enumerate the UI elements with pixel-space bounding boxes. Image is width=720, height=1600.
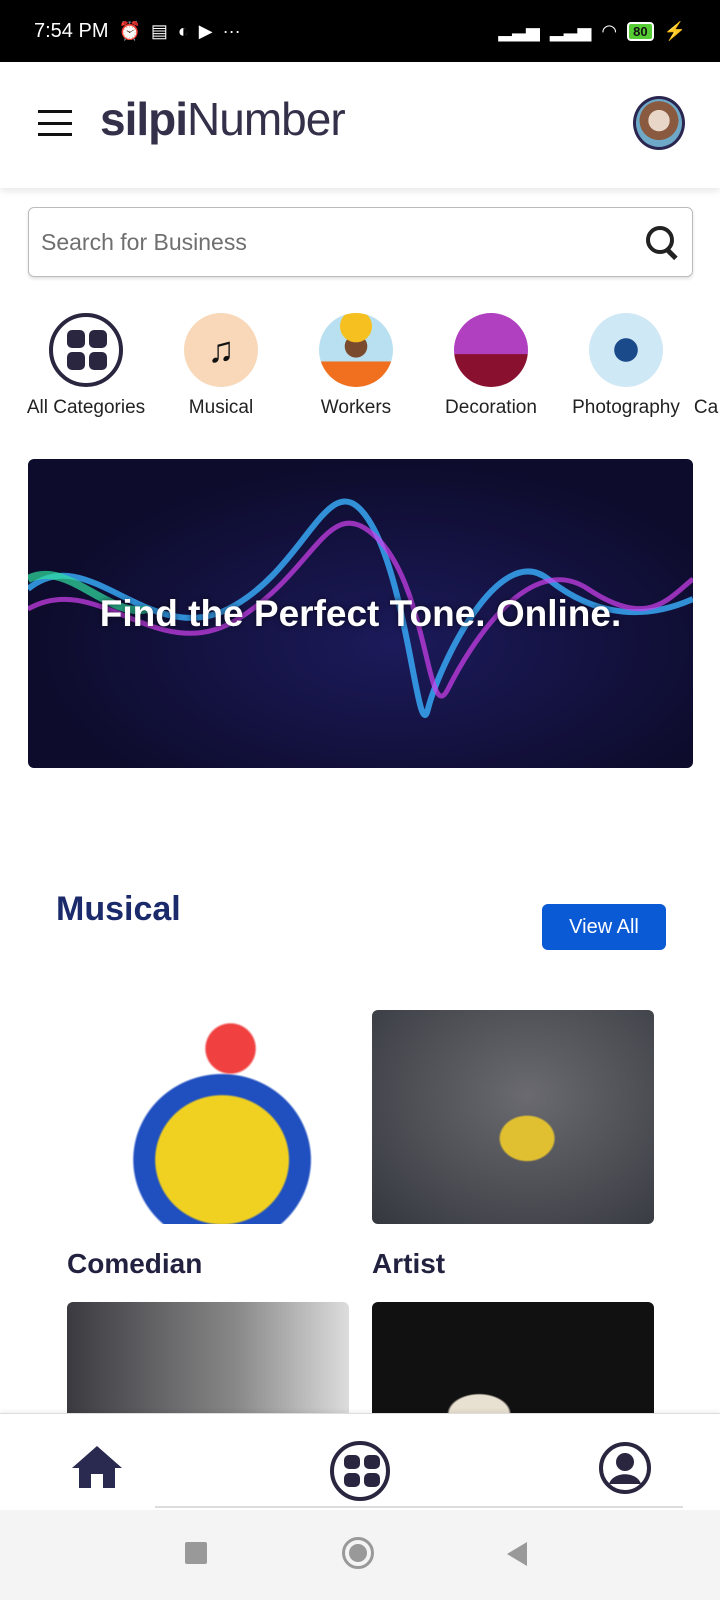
promo-banner[interactable]: Find the Perfect Tone. Online. [28,459,693,768]
comedian-card-image[interactable] [67,1010,349,1224]
search-input[interactable] [41,228,644,256]
worker-icon [319,313,393,387]
music-note-icon: ♫ [184,313,258,387]
system-navigation-bar [0,1510,720,1600]
decoration-image [454,313,528,387]
category-all[interactable]: All Categories [16,313,156,419]
recents-button[interactable] [185,1542,207,1564]
artist-card-image[interactable] [372,1010,654,1224]
signal-icon: ▂▃▅ [498,20,540,41]
comedian-label[interactable]: Comedian [67,1248,202,1280]
profile-nav-icon[interactable] [598,1441,652,1495]
category-musical[interactable]: ♫ Musical [151,313,291,419]
section-title: Musical [56,890,181,928]
youtube-icon: ▶ [198,20,213,41]
home-button[interactable] [342,1537,374,1569]
divider [155,1506,683,1508]
category-strip[interactable]: All Categories ♫ Musical Workers Decorat… [0,313,720,423]
clock: 7:54 PM [34,19,109,42]
profile-avatar[interactable] [633,96,685,150]
back-button[interactable] [505,1541,529,1567]
bottom-navigation [0,1413,720,1510]
logo: silpiNumber [100,93,346,145]
home-icon[interactable] [70,1444,124,1490]
category-workers[interactable]: Workers [286,313,426,419]
banner-text: Find the Perfect Tone. Online. [99,592,622,634]
category-decoration[interactable]: Decoration [421,313,561,419]
view-all-button[interactable]: View All [542,904,666,950]
notification-icon: ▤ [150,20,168,41]
category-partial[interactable]: Ca [636,313,720,419]
status-bar: 7:54 PM ⏰ ▤ ◐ ▶ ··· ▂▃▅ ▂▃▅ ◠ 80 ⚡ [0,0,720,62]
search-icon[interactable] [644,224,680,260]
charging-icon: ⚡ [663,20,686,41]
grid-icon [49,313,123,387]
app-icon: ◐ [177,20,189,41]
wifi-icon: ◠ [601,20,618,41]
app-header: silpiNumber [0,62,720,188]
search-bar[interactable] [28,207,693,277]
hamburger-menu-icon[interactable] [38,110,72,136]
more-notifications: ··· [222,20,241,41]
battery-icon: 80 [627,21,654,41]
alarm-icon: ⏰ [118,20,141,41]
signal-icon-2: ▂▃▅ [549,20,592,41]
categories-nav-icon[interactable] [330,1441,390,1501]
artist-label[interactable]: Artist [372,1248,445,1280]
